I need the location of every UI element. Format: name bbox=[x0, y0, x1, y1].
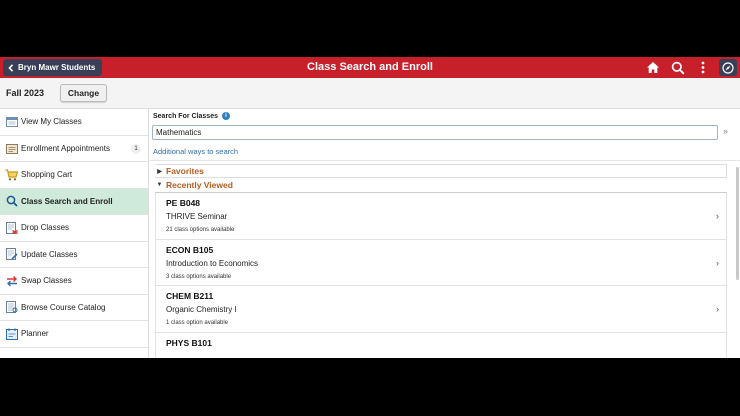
home-icon[interactable] bbox=[645, 60, 661, 75]
sidebar-item-swap-classes[interactable]: Swap Classes bbox=[0, 268, 148, 295]
app-window: Bryn Mawr Students Class Search and Enro… bbox=[0, 57, 740, 358]
info-icon[interactable]: i bbox=[221, 112, 230, 120]
page-title: Class Search and Enroll bbox=[307, 61, 433, 73]
search-icon bbox=[5, 195, 18, 208]
sidebar-item-label: Browse Course Catalog bbox=[21, 302, 106, 312]
sidebar-item-drop-classes[interactable]: Drop Classes bbox=[0, 215, 148, 242]
sidebar-item-label: Drop Classes bbox=[21, 223, 70, 233]
class-options-count: 3 class options available bbox=[166, 273, 232, 280]
class-options-count: 1 class option available bbox=[166, 320, 229, 326]
sidebar-item-label: Enrollment Appointments bbox=[21, 143, 110, 153]
results-scrollbar[interactable] bbox=[736, 167, 739, 280]
class-code: CHEM B211 bbox=[166, 291, 214, 301]
change-term-button[interactable]: Change bbox=[60, 84, 107, 102]
calendar-icon bbox=[5, 115, 18, 128]
appointments-icon bbox=[5, 142, 18, 155]
divider bbox=[149, 160, 740, 161]
planner-icon bbox=[5, 327, 18, 340]
catalog-icon bbox=[5, 301, 18, 314]
sidebar: View My Classes Enrollment Appointments … bbox=[0, 109, 149, 358]
class-code: ECON B105 bbox=[166, 244, 214, 255]
sidebar-item-label: Shopping Cart bbox=[21, 170, 73, 180]
sidebar-item-shopping-cart[interactable]: Shopping Cart bbox=[0, 162, 148, 189]
class-title: Organic Chemistry I bbox=[166, 305, 237, 314]
search-section-label: Search For Classes i bbox=[153, 112, 230, 120]
term-label: Fall 2023 bbox=[6, 88, 45, 98]
chevron-right-icon: › bbox=[716, 304, 719, 314]
back-button-label: Bryn Mawr Students bbox=[18, 63, 96, 72]
navbar-button[interactable] bbox=[719, 59, 737, 76]
sidebar-item-label: Planner bbox=[21, 329, 49, 339]
sidebar-item-label: Class Search and Enroll bbox=[21, 196, 113, 206]
sidebar-item-update-classes[interactable]: Update Classes bbox=[0, 242, 148, 268]
drop-icon bbox=[5, 221, 18, 234]
main-content: Search For Classes i » Additional ways t… bbox=[149, 109, 740, 358]
recent-class-row[interactable]: ECON B105 Introduction to Economics 3 cl… bbox=[155, 239, 727, 286]
sidebar-item-label: Swap Classes bbox=[21, 276, 72, 286]
sidebar-item-label: View My Classes bbox=[21, 117, 82, 127]
recent-class-row[interactable]: CHEM B211 Organic Chemistry I 1 class op… bbox=[155, 286, 727, 333]
search-go-icon[interactable]: » bbox=[723, 126, 728, 136]
favorites-label: Favorites bbox=[166, 166, 204, 176]
sidebar-item-browse-course-catalog[interactable]: Browse Course Catalog bbox=[0, 295, 148, 321]
class-options-count: 21 class options available bbox=[166, 227, 235, 233]
sidebar-item-view-my-classes[interactable]: View My Classes bbox=[0, 109, 148, 136]
chevron-right-icon: › bbox=[716, 211, 719, 221]
class-code: PHYS B101 bbox=[166, 337, 212, 348]
recent-class-row[interactable]: PE B048 THRIVE Seminar 21 class options … bbox=[155, 193, 727, 240]
recently-viewed-section-toggle[interactable]: ▼ Recently Viewed bbox=[155, 178, 727, 193]
caret-right-icon: ▶ bbox=[157, 168, 162, 175]
additional-ways-to-search-link[interactable]: Additional ways to search bbox=[153, 147, 238, 156]
update-icon bbox=[5, 248, 18, 261]
class-title: THRIVE Seminar bbox=[166, 212, 228, 221]
sidebar-item-label: Update Classes bbox=[21, 249, 78, 259]
chevron-right-icon: › bbox=[716, 257, 719, 268]
chevron-left-icon bbox=[8, 63, 14, 72]
search-label-text: Search For Classes bbox=[153, 112, 218, 120]
recent-class-row[interactable]: PHYS B101 bbox=[155, 332, 727, 358]
navbar-compass-icon bbox=[722, 61, 734, 74]
appointments-count-badge: 1 bbox=[131, 143, 141, 154]
sidebar-item-class-search-and-enroll[interactable]: Class Search and Enroll bbox=[0, 188, 148, 215]
search-icon[interactable] bbox=[670, 60, 686, 75]
class-title: Introduction to Economics bbox=[166, 258, 259, 268]
caret-down-icon: ▼ bbox=[156, 182, 163, 188]
results-panel: ▶ Favorites ▼ Recently Viewed PE B048 TH… bbox=[155, 164, 727, 358]
more-vert-icon[interactable] bbox=[695, 60, 711, 75]
sidebar-item-enrollment-appointments[interactable]: Enrollment Appointments 1 bbox=[0, 136, 148, 162]
back-button[interactable]: Bryn Mawr Students bbox=[3, 59, 103, 76]
header-bar: Bryn Mawr Students Class Search and Enro… bbox=[0, 57, 740, 78]
swap-icon bbox=[5, 274, 18, 287]
favorites-section-toggle[interactable]: ▶ Favorites bbox=[155, 164, 727, 178]
term-bar: Fall 2023 Change bbox=[0, 78, 740, 109]
recently-viewed-label: Recently Viewed bbox=[166, 180, 233, 190]
sidebar-item-planner[interactable]: Planner bbox=[0, 321, 148, 348]
class-code: PE B048 bbox=[166, 198, 201, 208]
cart-icon bbox=[5, 168, 18, 181]
class-search-input[interactable] bbox=[152, 125, 718, 140]
